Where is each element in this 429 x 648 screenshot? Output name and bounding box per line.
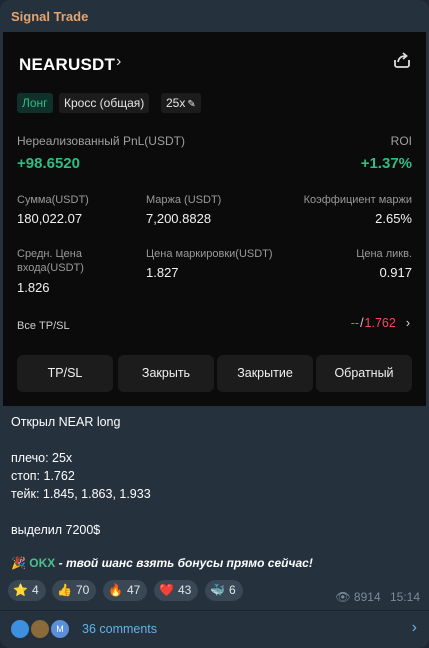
leverage-value: 25x	[166, 96, 186, 110]
edit-icon: ✎	[187, 99, 196, 110]
margin-mode-tag: Кросс (общая)	[59, 93, 150, 113]
pnl-value: +98.6520	[17, 155, 80, 172]
mark-price-value: 1.827	[146, 265, 179, 280]
whale-icon: 🐳	[210, 583, 225, 597]
margin-value: 7,200.8828	[146, 211, 212, 226]
liq-price-value: 0.917	[379, 265, 412, 280]
entry-price-label-line2: входа(USDT)	[17, 262, 84, 274]
party-popper-icon: 🎉	[11, 556, 26, 570]
margin-ratio-label: Коэффициент маржи	[303, 194, 412, 206]
reaction-fire[interactable]: 🔥 47	[103, 580, 148, 601]
entry-price-value: 1.826	[17, 280, 50, 295]
closing-button[interactable]: Закрытие	[217, 355, 313, 392]
message-line-2: плечо: 25x	[11, 451, 73, 465]
chevron-right-icon: ›	[405, 316, 410, 330]
sl-separator: /	[360, 316, 364, 330]
leverage-tag: 25x ✎	[161, 93, 201, 113]
pnl-label: Нереализованный PnL(USDT)	[17, 134, 185, 148]
fire-icon: 🔥	[108, 583, 123, 597]
chevron-right-icon[interactable]: ›	[412, 619, 417, 637]
share-icon	[394, 52, 410, 68]
entry-price-label-line1: Средн. Цена	[17, 248, 82, 260]
heart-icon: ❤️	[159, 583, 174, 597]
reaction-count: 43	[177, 583, 192, 597]
promo-brand-link[interactable]: OKX	[29, 556, 55, 570]
reaction-count: 47	[126, 583, 141, 597]
margin-ratio-value: 2.65%	[375, 211, 412, 226]
size-label: Сумма(USDT)	[17, 194, 89, 206]
liq-price-label: Цена ликв.	[356, 248, 412, 260]
message-line-3: стоп: 1.762	[11, 469, 75, 483]
sl-value: 1.762	[364, 316, 396, 330]
avatar	[29, 618, 51, 640]
reverse-button[interactable]: Обратный	[316, 355, 412, 392]
channel-name[interactable]: Signal Trade	[11, 9, 88, 24]
message-meta: 👁 8914 15:14	[335, 590, 420, 604]
message-line-4: тейк: 1.845, 1.863, 1.933	[11, 487, 151, 501]
roi-label: ROI	[390, 134, 412, 148]
reaction-whale[interactable]: 🐳 6	[205, 580, 243, 601]
promo-line: 🎉 OKX - твой шанс взять бонусы прямо сей…	[11, 556, 313, 570]
avatar: M	[49, 618, 71, 640]
eye-icon: 👁	[335, 590, 351, 604]
size-value: 180,022.07	[17, 211, 83, 226]
promo-text: - твой шанс взять бонусы прямо сейчас!	[55, 556, 313, 570]
margin-label: Маржа (USDT)	[146, 194, 222, 206]
comments-link[interactable]: 36 comments	[82, 622, 157, 636]
reaction-count: 70	[75, 583, 90, 597]
close-button[interactable]: Закрыть	[118, 355, 214, 392]
side-tag: Лонг	[17, 93, 53, 113]
thumbs-up-icon: 👍	[57, 583, 72, 597]
message-line-5: выделил 7200$	[11, 523, 101, 537]
tp-value: --	[350, 316, 360, 330]
roi-value: +1.37%	[360, 155, 412, 172]
message-line-1: Открыл NEAR long	[11, 415, 121, 429]
position-screenshot[interactable]: NEARUSDT › Лонг Кросс (общая) 25x ✎ Нереа…	[3, 32, 426, 406]
reaction-heart[interactable]: ❤️ 43	[154, 580, 199, 601]
pair-title: NEARUSDT	[19, 55, 116, 74]
tpsl-values[interactable]: --/1.762 ›	[351, 316, 410, 330]
reaction-count: 6	[228, 583, 236, 597]
reaction-count: 4	[31, 583, 39, 597]
chevron-right-icon: ›	[116, 53, 122, 70]
mark-price-label: Цена маркировки(USDT)	[146, 248, 273, 260]
comments-divider	[0, 610, 429, 611]
channel-message: Signal Trade NEARUSDT › Лонг Кросс (обща…	[0, 0, 429, 648]
avatar	[9, 618, 31, 640]
tpsl-label: Все TP/SL	[17, 320, 70, 332]
star-icon: ⭐	[13, 583, 28, 597]
tpsl-button[interactable]: TP/SL	[17, 355, 113, 392]
reaction-star[interactable]: ⭐ 4	[8, 580, 46, 601]
message-time: 15:14	[389, 590, 420, 604]
views-count: 8914	[353, 590, 381, 604]
reaction-thumbs-up[interactable]: 👍 70	[52, 580, 97, 601]
